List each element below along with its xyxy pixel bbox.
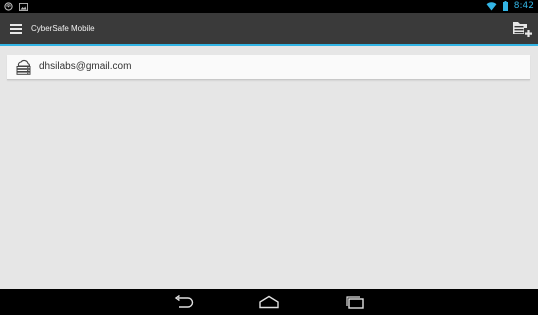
recents-button[interactable] bbox=[344, 295, 366, 309]
status-bar: 8:42 bbox=[0, 0, 538, 13]
list-item[interactable]: dhsilabs@gmail.com bbox=[7, 55, 530, 80]
account-list: dhsilabs@gmail.com bbox=[7, 55, 530, 80]
home-icon bbox=[259, 295, 279, 309]
clock-time: 8:42 bbox=[513, 1, 534, 11]
navigation-bar bbox=[0, 289, 538, 315]
home-button[interactable] bbox=[258, 295, 280, 309]
cloud-drive-icon bbox=[16, 59, 31, 75]
back-icon bbox=[174, 294, 194, 308]
hamburger-icon[interactable] bbox=[10, 24, 22, 34]
add-folder-button[interactable] bbox=[512, 19, 532, 39]
add-folder-icon bbox=[513, 22, 532, 37]
recents-icon bbox=[346, 296, 364, 309]
action-bar: CyberSafe Mobile bbox=[0, 13, 538, 46]
back-button[interactable] bbox=[173, 294, 195, 309]
app-title: CyberSafe Mobile bbox=[31, 24, 95, 33]
account-email: dhsilabs@gmail.com bbox=[39, 61, 132, 72]
